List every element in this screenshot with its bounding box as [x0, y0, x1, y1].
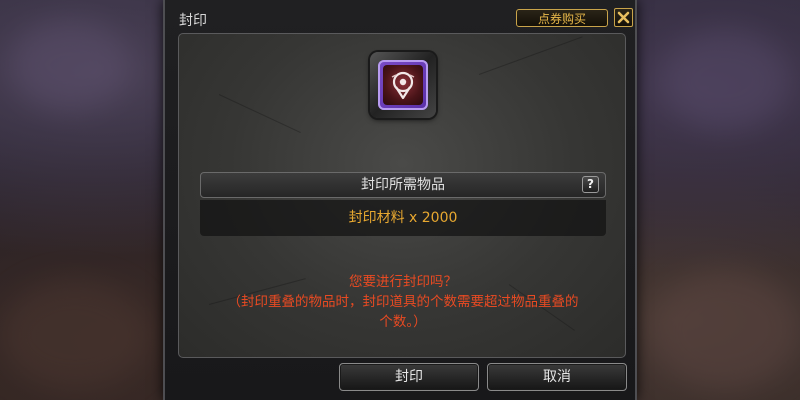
seal-stamp-icon — [383, 65, 423, 105]
confirm-note-line2: 个数。） — [379, 314, 427, 330]
seal-button[interactable]: 封印 — [339, 363, 479, 391]
close-button[interactable] — [614, 8, 633, 27]
help-button[interactable]: ? — [582, 176, 599, 193]
background-blur-left-top — [10, 20, 130, 110]
seal-dialog: 封印 点券购买 封印所需物品 ? 封印材料 x 2000 您要进行封印吗？ （封… — [163, 0, 637, 400]
background-blur-left-bottom — [0, 280, 150, 390]
seal-item-slot[interactable] — [370, 52, 436, 118]
confirm-message: 您要进行封印吗？ （封印重叠的物品时，封印道具的个数需要超过物品重叠的 个数。） — [199, 272, 607, 332]
confirm-question: 您要进行封印吗？ — [349, 274, 457, 290]
stone-crack — [478, 36, 583, 75]
confirm-note-line1: （封印重叠的物品时，封印道具的个数需要超过物品重叠的 — [227, 294, 579, 310]
background-blur-right-bottom — [650, 270, 800, 390]
background-blur-right-top — [660, 30, 790, 130]
seal-item-border — [378, 60, 428, 110]
dialog-title: 封印 — [179, 13, 207, 29]
stone-crack — [218, 94, 301, 133]
cancel-button[interactable]: 取消 — [487, 363, 627, 391]
close-icon — [617, 11, 630, 24]
content-panel: 封印所需物品 ? 封印材料 x 2000 您要进行封印吗？ （封印重叠的物品时，… — [178, 33, 626, 358]
required-items-title: 封印所需物品 — [361, 177, 445, 193]
buy-with-points-button[interactable]: 点券购买 — [516, 9, 608, 27]
required-items-header: 封印所需物品 ? — [200, 172, 606, 198]
required-item-line: 封印材料 x 2000 — [200, 200, 606, 236]
